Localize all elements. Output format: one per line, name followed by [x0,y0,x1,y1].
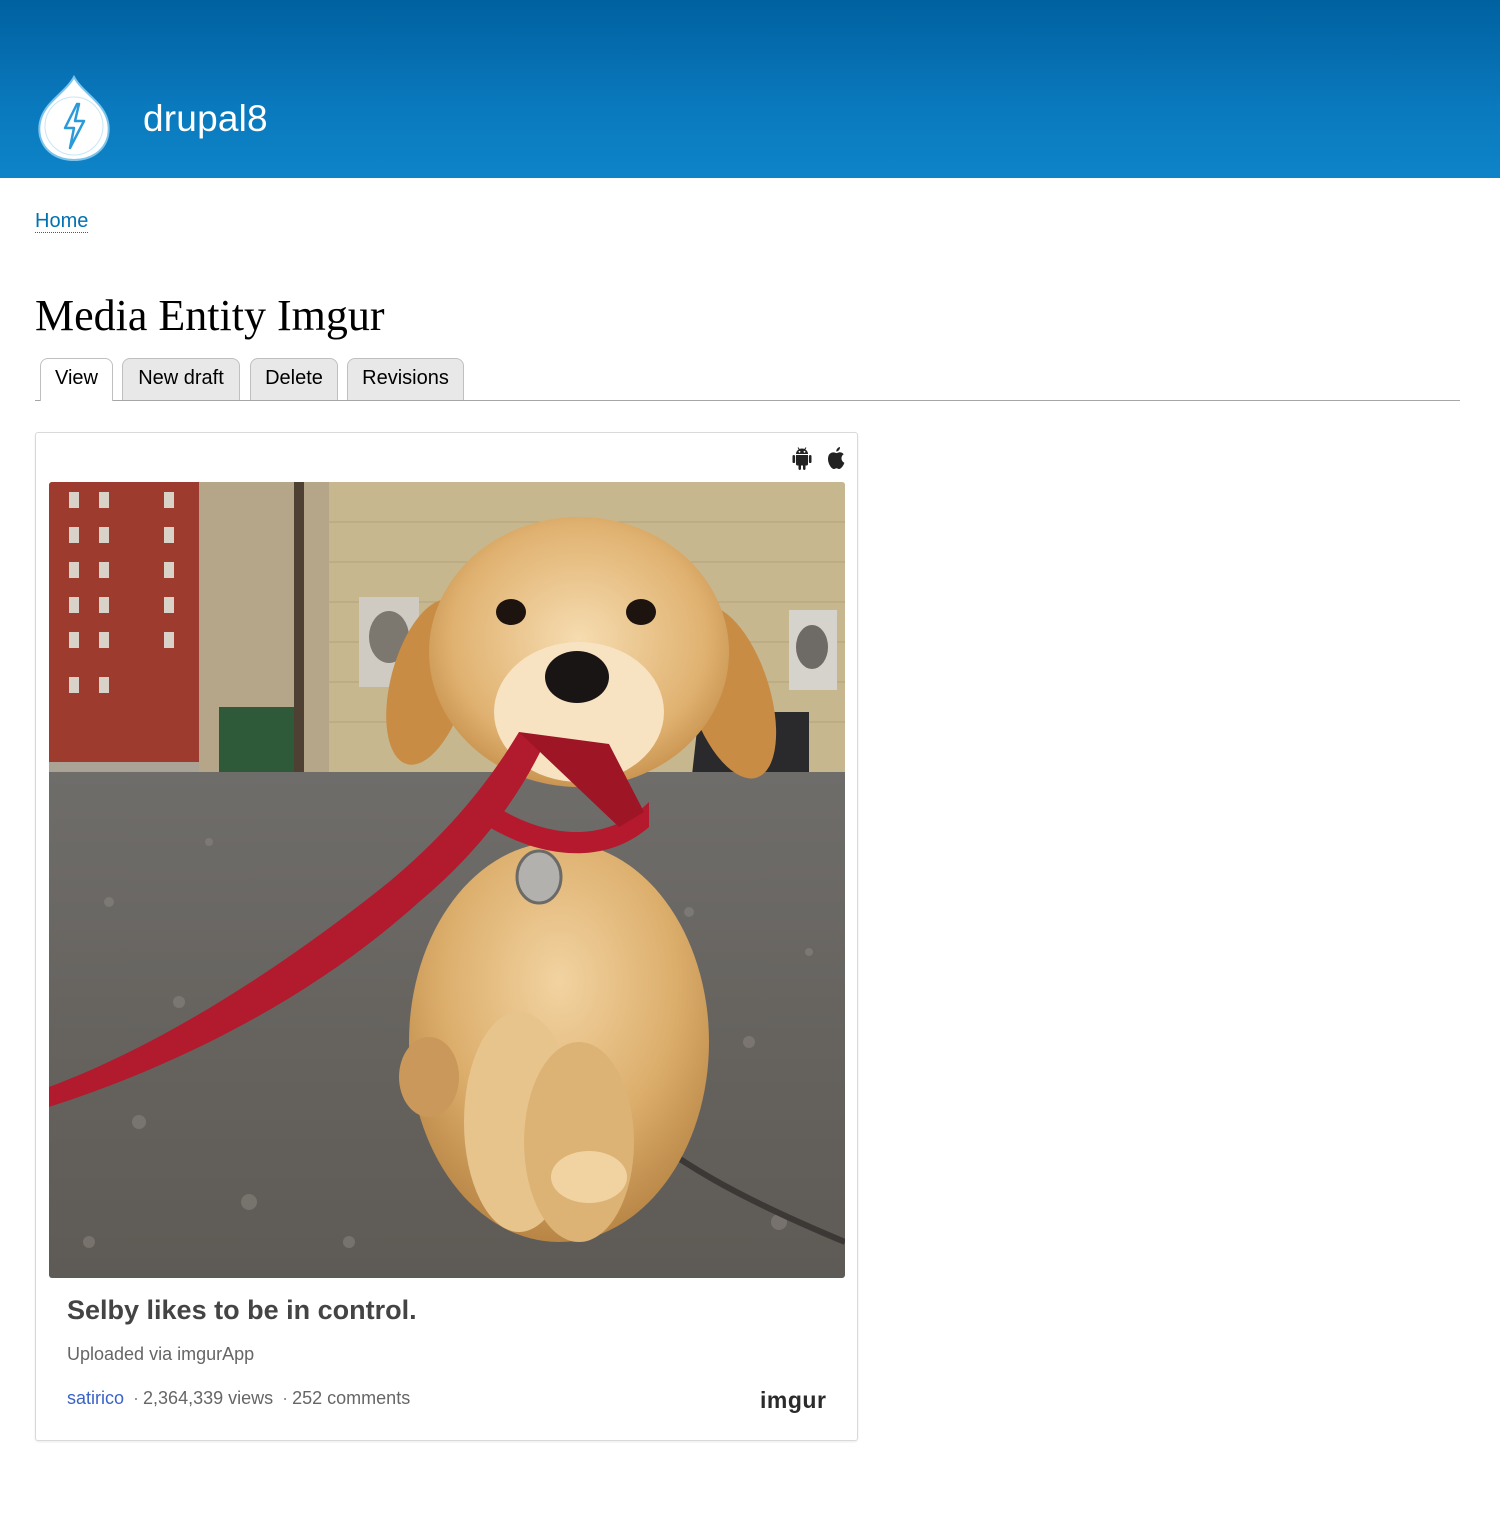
caption-subtitle: Uploaded via imgurApp [67,1344,255,1364]
site-header: drupal8 [0,0,1500,178]
caption-title: Selby likes to be in control. [67,1295,417,1325]
puppy-photo-illustration [49,482,845,1278]
meta-separator: · [282,1388,289,1408]
drupal-drop-logo-icon[interactable] [36,74,112,162]
post-meta: satirico · 2,364,339 views · 252 comments [67,1388,410,1409]
tab-new-draft[interactable]: New draft [122,358,240,400]
apple-icon[interactable] [825,446,847,470]
imgur-logo-link[interactable]: imgur [760,1387,826,1414]
views-count: 2,364,339 views [143,1388,274,1408]
tab-revisions[interactable]: Revisions [347,358,464,400]
meta-separator: · [133,1388,140,1408]
page-title: Media Entity Imgur [35,291,385,340]
comments-count: 252 comments [292,1388,411,1408]
primary-tabs: View New draft Delete Revisions [35,358,1460,401]
author-link[interactable]: satirico [67,1388,124,1408]
imgur-embed-card: Selby likes to be in control. Uploaded v… [35,432,858,1441]
android-icon[interactable] [791,446,813,470]
tab-view[interactable]: View [40,358,113,401]
breadcrumb-home-link[interactable]: Home [35,210,89,233]
site-name-link[interactable]: drupal8 [143,98,268,140]
tab-delete[interactable]: Delete [250,358,338,400]
imgur-image[interactable] [49,482,845,1278]
